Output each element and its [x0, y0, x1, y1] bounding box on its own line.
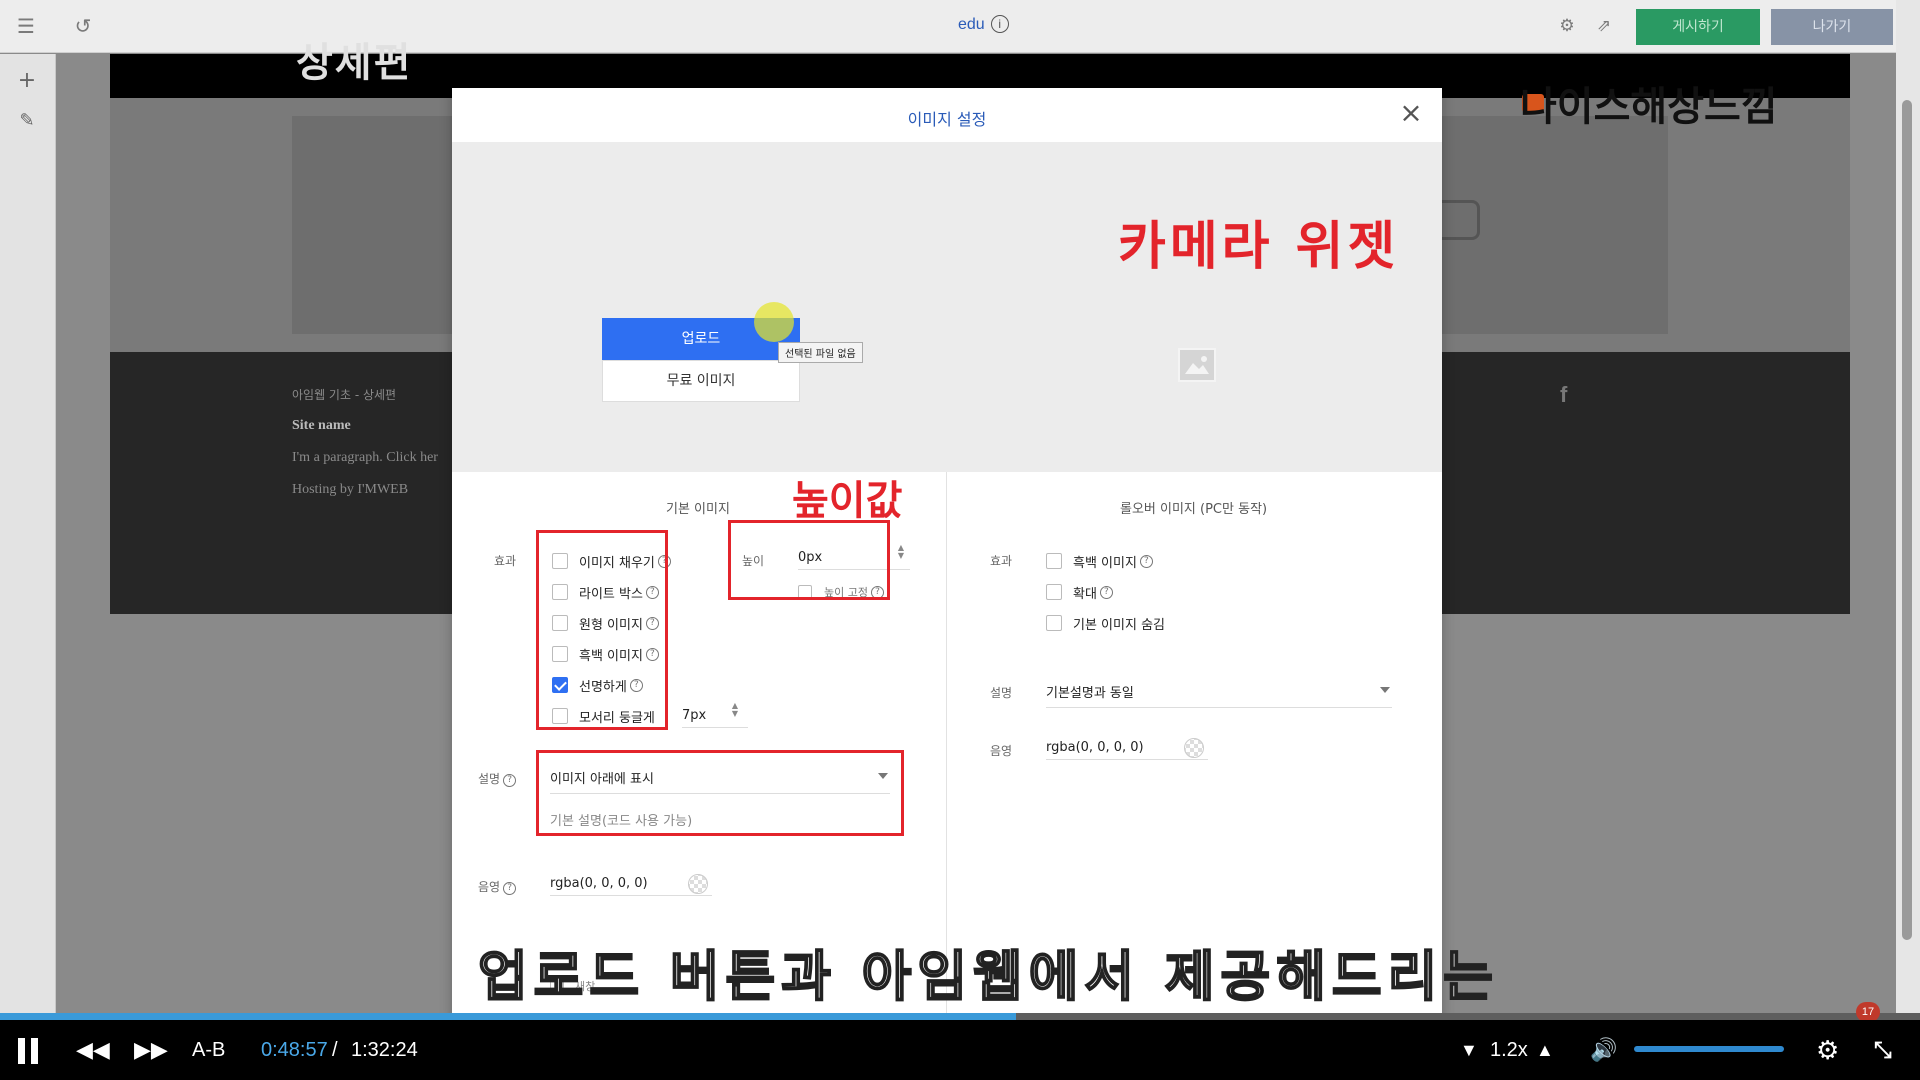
color-picker-icon[interactable]: [1184, 738, 1204, 758]
menu-icon[interactable]: ☰: [14, 14, 38, 38]
external-link-icon[interactable]: ⇗: [1592, 14, 1616, 38]
file-tooltip: 선택된 파일 없음: [778, 342, 863, 363]
footer-paragraph: I'm a paragraph. Click her: [292, 450, 438, 465]
speed-down-icon[interactable]: ▼: [1460, 1036, 1478, 1064]
video-progress-fill: [0, 1013, 1016, 1020]
gear-icon[interactable]: ⚙: [1555, 14, 1579, 38]
rollover-hide-row[interactable]: 기본 이미지 숨김: [1046, 613, 1165, 633]
notification-badge: 17: [1856, 1002, 1880, 1022]
plus-icon[interactable]: +: [14, 68, 40, 94]
scrollbar-thumb[interactable]: [1902, 100, 1912, 940]
radius-stepper-icon[interactable]: ▲ ▼: [730, 702, 740, 720]
total-time: 1:32:24: [351, 1039, 418, 1061]
checkbox[interactable]: [1046, 615, 1062, 631]
video-subtitle: 업로드 버튼과 아임웹에서 제공해드리는: [477, 944, 1499, 1009]
image-settings-modal: 이미지 설정 × 업로드 무료 이미지 선택된 파일 없음 카메라 위젯 높이값…: [452, 88, 1442, 1020]
caption-label: 설명?: [478, 770, 517, 787]
highlight-box-caption: [536, 750, 904, 836]
volume-slider[interactable]: [1634, 1046, 1784, 1052]
rollover-grayscale-row[interactable]: 흑백 이미지?: [1046, 551, 1153, 571]
help-icon[interactable]: ?: [1139, 554, 1153, 568]
help-icon[interactable]: ?: [1099, 585, 1113, 599]
color-picker-icon[interactable]: [688, 874, 708, 894]
highlight-box-effects: [536, 530, 668, 730]
volume-icon[interactable]: 🔊: [1590, 1036, 1617, 1064]
left-tool-rail: + ✎: [0, 54, 56, 1020]
facebook-icon: f: [1560, 382, 1568, 407]
rollover-caption-select[interactable]: 기본설명과 동일: [1046, 682, 1392, 708]
rollover-zoom-row[interactable]: 확대?: [1046, 582, 1113, 602]
checkbox[interactable]: [1046, 553, 1062, 569]
close-icon[interactable]: ×: [1398, 99, 1424, 127]
site-name: edu: [958, 16, 985, 33]
footer-hosting: Hosting by I'MWEB: [292, 482, 409, 497]
fast-forward-icon[interactable]: ▶▶: [134, 1036, 168, 1064]
basic-section-title: 기본 이미지: [666, 502, 730, 517]
playback-speed: 1.2x: [1490, 1039, 1528, 1061]
pause-icon[interactable]: [18, 1038, 25, 1064]
ab-repeat-button[interactable]: A-B: [192, 1036, 225, 1064]
free-image-button[interactable]: 무료 이미지: [602, 360, 800, 402]
editor-topbar: ☰ ↺ edu i ⚙ ⇗ 게시하기 나가기: [0, 0, 1896, 53]
highlight-box-height: [728, 520, 890, 600]
pin-icon[interactable]: ✎: [14, 108, 40, 134]
info-icon[interactable]: i: [990, 15, 1009, 33]
settings-gear-icon[interactable]: ⚙: [1816, 1036, 1839, 1064]
time-separator: /: [332, 1039, 338, 1061]
site-title: edu i: [958, 15, 1009, 34]
annotation-camera-widget: 카메라 위젯: [1118, 217, 1400, 277]
image-preview-area: 업로드 무료 이미지 선택된 파일 없음 카메라 위젯: [452, 142, 1442, 472]
annotation-height-value: 높이값: [792, 478, 903, 524]
modal-title: 이미지 설정: [907, 110, 987, 129]
exit-fullscreen-icon[interactable]: ⤡: [1874, 1036, 1892, 1064]
canvas-header-text: 상세편: [296, 40, 413, 86]
chevron-down-icon: [1380, 687, 1390, 693]
cursor-highlight: [754, 302, 794, 342]
image-placeholder-icon: [1178, 348, 1216, 382]
height-stepper-icon[interactable]: ▲ ▼: [896, 544, 906, 562]
undo-icon[interactable]: ↺: [71, 14, 95, 38]
publish-button[interactable]: 게시하기: [1636, 9, 1760, 45]
brand-text: 나이스해상느낌: [1520, 84, 1778, 130]
shadow-label: 음영?: [478, 878, 517, 895]
rollover-section-title: 롤오버 이미지 (PC만 동작): [1120, 502, 1268, 517]
rollover-effect-label: 효과: [990, 554, 1013, 568]
rollover-caption-label: 설명: [990, 686, 1013, 700]
footer-site-name: Site name: [292, 418, 351, 433]
footer-line-1: 아임웹 기초 - 상세편: [292, 388, 397, 402]
exit-button[interactable]: 나가기: [1771, 9, 1893, 45]
pause-icon[interactable]: [31, 1038, 38, 1064]
speed-up-icon[interactable]: ▲: [1536, 1036, 1554, 1064]
effect-label: 효과: [494, 554, 517, 568]
checkbox[interactable]: [1046, 584, 1062, 600]
current-time: 0:48:57: [261, 1039, 328, 1061]
rewind-icon[interactable]: ◀◀: [76, 1036, 110, 1064]
video-player-bar: ◀◀ ▶▶ A-B 0:48:57 / 1:32:24 ▼ 1.2x ▲ 🔊 ⚙…: [0, 1020, 1920, 1080]
rollover-shadow-label: 음영: [990, 744, 1013, 758]
